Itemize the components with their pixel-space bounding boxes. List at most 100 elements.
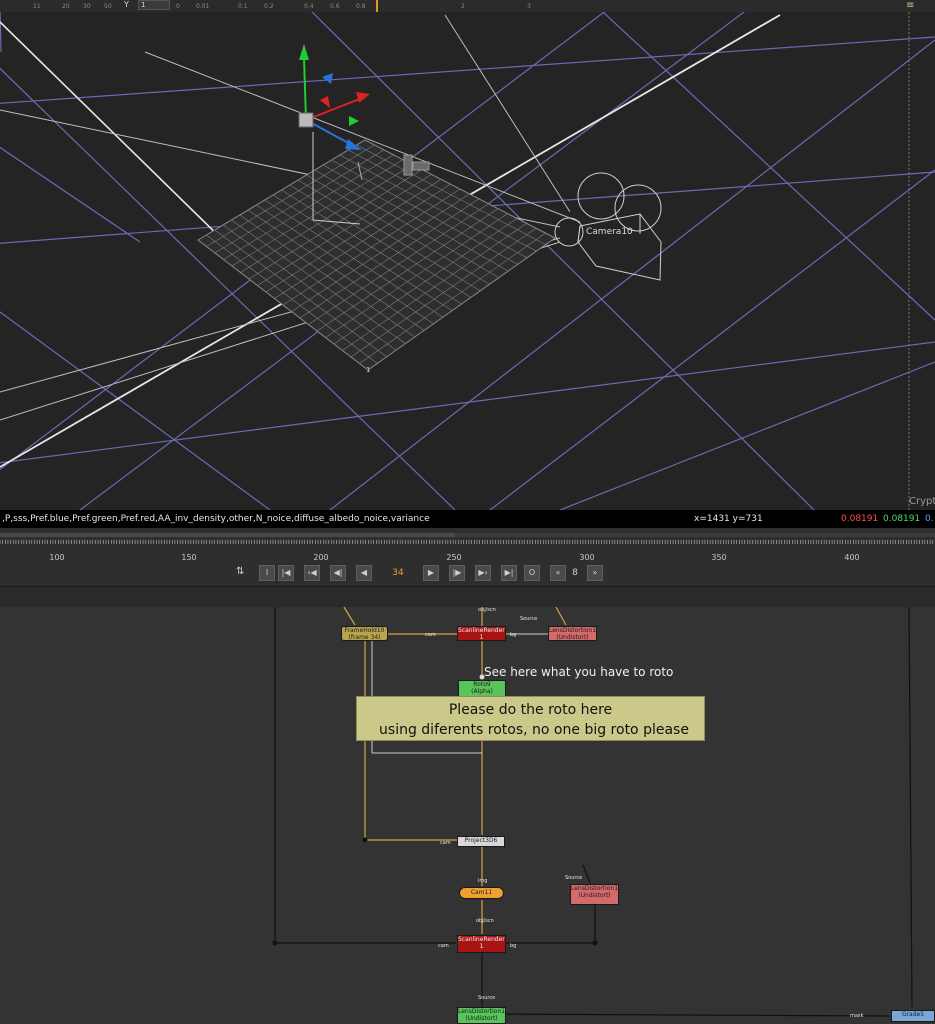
cursor-coordinates: x=1431 y=731 (694, 514, 763, 524)
node-graph[interactable]: FrameHold10 (frame 34) ScanlineRender5 1… (0, 607, 935, 1024)
graph-annotation: See here what you have to roto (484, 665, 674, 679)
y-channel-label: Y (124, 0, 129, 9)
skip-forward-icon[interactable]: » (587, 565, 603, 581)
sticky-note[interactable]: Please do the roto here using diferents … (356, 696, 705, 741)
pipe-label: bg (510, 632, 517, 638)
top-ruler-tick: 2 (461, 3, 465, 10)
viewer-settings-icon[interactable]: ≡ (906, 0, 914, 11)
node-title: ScanlineRender5 (458, 627, 506, 634)
3d-viewer[interactable]: Camera10 1 Crypt (0, 12, 935, 510)
play-backward-icon[interactable]: ◀ (356, 565, 372, 581)
prev-keyframe-icon[interactable]: ‹◀ (304, 565, 320, 581)
top-ruler-tick: 30 (83, 3, 91, 10)
play-forward-icon[interactable]: ▶ (423, 565, 439, 581)
y-value-field[interactable]: 1 (138, 0, 170, 10)
pipe-label: Source (565, 875, 583, 881)
scanline-render-node[interactable]: ScanlineRender6 1 (457, 935, 506, 953)
top-ruler-tick: 0 (176, 3, 180, 10)
pipe-label: cam (440, 840, 451, 846)
roto-node[interactable]: Roto9 (Alpha) (458, 680, 506, 697)
pipe-label: mask (850, 1013, 864, 1019)
node-subtitle: 1 (479, 634, 484, 641)
timeline-tick-label: 350 (711, 553, 727, 562)
in-point-button[interactable]: I (259, 565, 275, 581)
timeline-ruler[interactable]: 100 150 200 250 300 350 400 (0, 528, 935, 562)
pixel-red-value: 0.08191 (841, 514, 879, 524)
playback-controls: ⇅ I |◀ ‹◀ ◀| ◀ 34 ▶ |▶ ▶› ▶| O « 8 » (0, 562, 935, 587)
timeline-tick-label: 150 (181, 553, 197, 562)
node-title: Cam11 (470, 889, 493, 896)
top-ruler-tick: 3 (527, 3, 531, 10)
next-keyframe-icon[interactable]: ▶› (475, 565, 491, 581)
grade-node[interactable]: Grade5 (891, 1010, 935, 1022)
pixel-blue-value: 0. (925, 514, 934, 524)
top-ruler-tick: 0.6 (330, 3, 340, 10)
lens-distortion-node[interactable]: LensDistortion16 (Undistort) (457, 1007, 506, 1024)
first-frame-icon[interactable]: |◀ (278, 565, 294, 581)
top-ruler-tick: 0.1 (238, 3, 248, 10)
framehold-node[interactable]: FrameHold10 (frame 34) (341, 626, 388, 641)
node-subtitle: (Alpha) (471, 688, 493, 695)
project3d-node[interactable]: Project3D6 (457, 836, 505, 847)
pipe-label: obj/scn (476, 918, 494, 924)
current-frame-field[interactable]: 34 (383, 566, 413, 580)
top-ruler-tick: 11 (33, 3, 41, 10)
lens-distortion-node[interactable]: LensDistortion15 (Undistort) (570, 884, 619, 905)
top-ruler-tick: 20 (62, 3, 70, 10)
node-title: LensDistortion16 (458, 1008, 506, 1015)
cryptomatte-label: Crypt (909, 496, 935, 507)
step-back-icon[interactable]: ◀| (330, 565, 346, 581)
timeline-tick-label: 400 (844, 553, 860, 562)
step-forward-icon[interactable]: |▶ (449, 565, 465, 581)
node-subtitle: (Undistort) (578, 892, 611, 899)
pipe-label: cam (425, 632, 436, 638)
node-subtitle: 1 (479, 943, 484, 950)
lens-distortion-node[interactable]: LensDistortion14 (Undistort) (548, 626, 597, 641)
last-frame-icon[interactable]: ▶| (501, 565, 517, 581)
frame-ticks (0, 540, 934, 544)
node-subtitle: (frame 34) (348, 634, 381, 641)
node-title: LensDistortion14 (549, 627, 597, 634)
viewer-info-bar: ,P,sss,Pref.blue,Pref.green,Pref.red,AA_… (0, 510, 935, 528)
node-title: FrameHold10 (344, 627, 385, 634)
timeline-tick-label: 100 (49, 553, 65, 562)
gain-slider-handle[interactable] (376, 0, 378, 12)
sticky-note-line: Please do the roto here (448, 702, 613, 718)
node-title: Project3D6 (464, 837, 498, 844)
top-ruler-tick: 0.2 (264, 3, 274, 10)
node-subtitle: (Undistort) (465, 1015, 498, 1022)
scanline-render-node[interactable]: ScanlineRender5 1 (457, 626, 506, 641)
pixel-green-value: 0.08191 (883, 514, 921, 524)
channel-list: ,P,sss,Pref.blue,Pref.green,Pref.red,AA_… (2, 514, 430, 524)
frame-increment-field[interactable]: 8 (566, 566, 584, 580)
pipe-label: bg (510, 943, 517, 949)
panel-divider (0, 587, 935, 608)
camera-label: Camera10 (586, 227, 633, 237)
pipe-label: Source (478, 995, 496, 1001)
camera-node[interactable]: Cam11 (459, 887, 504, 899)
pipe-label: Source (520, 616, 538, 622)
loop-mode-icon[interactable]: ⇅ (236, 566, 244, 577)
skip-back-icon[interactable]: « (550, 565, 566, 581)
timeline-tick-label: 200 (313, 553, 329, 562)
timeline-tick-label: 250 (446, 553, 462, 562)
node-title: LensDistortion15 (571, 885, 619, 892)
timeline-tick-label: 300 (579, 553, 595, 562)
pipe-label: cam (438, 943, 449, 949)
top-ruler-tick: 0.01 (196, 3, 210, 10)
top-ruler-tick: 0.8 (356, 3, 366, 10)
uncached-range-bar (455, 533, 935, 537)
node-title: Grade5 (901, 1011, 925, 1018)
sticky-note-line: using diferents rotos, no one big roto p… (379, 722, 689, 738)
cached-range-bar (0, 533, 455, 537)
projection-card (197, 139, 556, 371)
node-title: ScanlineRender6 (458, 936, 506, 943)
card-corner-label: 1 (366, 366, 370, 374)
pipe-label: img (478, 878, 488, 884)
node-subtitle: (Undistort) (556, 634, 589, 641)
node-connections (272, 607, 913, 1017)
pipe-label: obj/scn (478, 607, 496, 613)
out-point-button[interactable]: O (524, 565, 540, 581)
top-ruler-tick: 50 (104, 3, 112, 10)
node-title: Roto9 (473, 681, 491, 688)
